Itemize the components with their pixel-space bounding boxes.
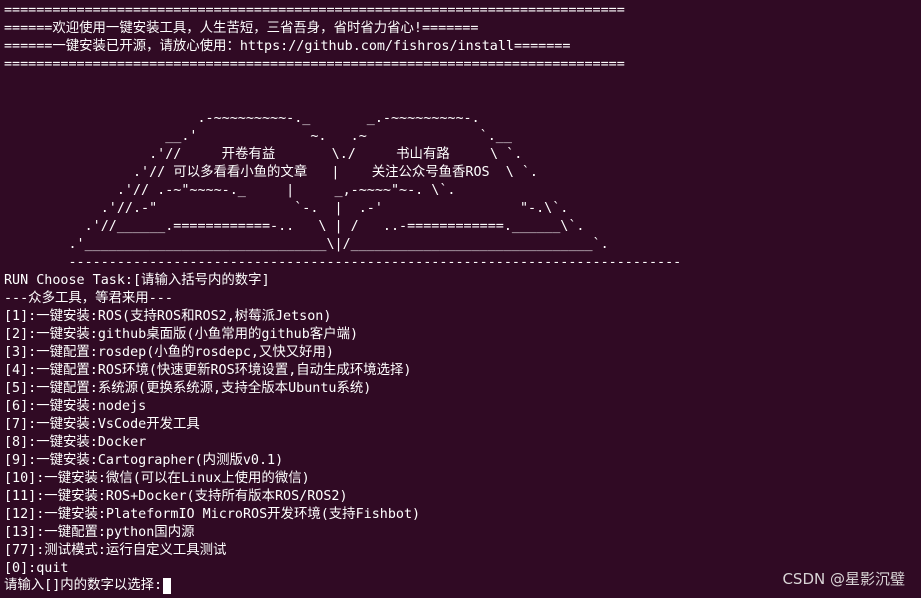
csdn-watermark: CSDN @星影沉璧 (782, 570, 905, 588)
ascii-art-line: .'// 开卷有益 \./ 书山有路 \ `. (4, 147, 523, 162)
input-prompt-row[interactable]: 请输入[]内的数字以选择: (4, 577, 172, 595)
ascii-art-line: .'// .-~"~~~~-._ | _,-~~~~"~-. \`. (4, 183, 456, 198)
menu-item: [2]:一键安装:github桌面版(小鱼常用的github客户端) (4, 327, 359, 342)
ascii-art-line: .'//______.============-.. \ | / ..-====… (4, 219, 585, 234)
banner-line: ======欢迎使用一键安装工具，人生苦短，三省吾身，省时省力省心!======… (4, 21, 479, 36)
menu-item: [12]:一键安装:PlateformIO MicroROS开发环境(支持Fis… (4, 507, 421, 522)
ascii-art-line: .'//.-" `-. | .-' "-.\`. (4, 201, 569, 216)
menu-item: [7]:一键安装:VsCode开发工具 (4, 417, 200, 432)
menu-item: [8]:一键安装:Docker (4, 435, 147, 450)
banner-line: ========================================… (4, 3, 625, 18)
banner-line: ======一键安装已开源，请放心使用：https://github.com/f… (4, 39, 571, 54)
menu-item: [0]:quit (4, 561, 69, 576)
ascii-art-line: __.' ~. .~ `.__ (4, 129, 512, 144)
ascii-art-line: .'______________________________\|/_____… (4, 237, 609, 252)
task-title: RUN Choose Task:[请输入括号内的数字] (4, 273, 270, 288)
menu-item: [10]:一键安装:微信(可以在Linux上使用的微信) (4, 471, 310, 486)
menu-item: [11]:一键安装:ROS+Docker(支持所有版本ROS/ROS2) (4, 489, 348, 504)
input-prompt: 请输入[]内的数字以选择: (4, 578, 163, 593)
menu-item: [1]:一键安装:ROS(支持ROS和ROS2,树莓派Jetson) (4, 309, 332, 324)
menu-item: [77]:测试模式:运行自定义工具测试 (4, 543, 227, 558)
menu-item: [4]:一键配置:ROS环境(快速更新ROS环境设置,自动生成环境选择) (4, 363, 412, 378)
task-subtitle: ---众多工具，等君来用--- (4, 291, 173, 306)
menu-item: [9]:一键安装:Cartographer(内测版v0.1) (4, 453, 284, 468)
menu-item: [6]:一键安装:nodejs (4, 399, 147, 414)
menu-item: [5]:一键配置:系统源(更换系统源,支持全版本Ubuntu系统) (4, 381, 372, 396)
menu-item: [13]:一键配置:python国内源 (4, 525, 195, 540)
banner-line: ========================================… (4, 57, 625, 72)
terminal-window[interactable]: ========================================… (0, 0, 921, 598)
ascii-art-line: ----------------------------------------… (4, 255, 682, 270)
ascii-art-line: .'// 可以多看看小鱼的文章 | 关注公众号鱼香ROS \ `. (4, 165, 538, 180)
ascii-art-line: .-~~~~~~~~~-._ _.-~~~~~~~~~-. (4, 111, 480, 126)
text-cursor[interactable] (163, 578, 172, 594)
menu-item: [3]:一键配置:rosdep(小鱼的rosdepc,又快又好用) (4, 345, 334, 360)
